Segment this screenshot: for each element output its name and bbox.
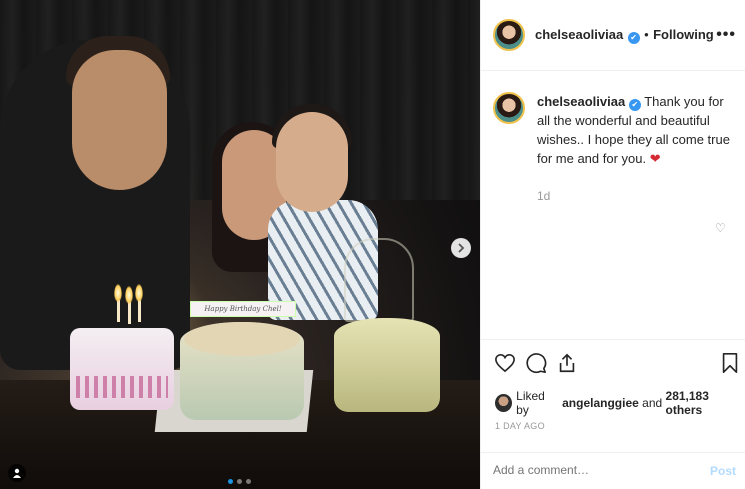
comment-input[interactable] bbox=[493, 463, 693, 477]
person-icon bbox=[13, 468, 21, 478]
like-button[interactable] bbox=[493, 351, 517, 375]
likes-summary: Liked by angelanggiee and 281,183 others bbox=[495, 389, 745, 417]
bookmark-icon bbox=[722, 353, 738, 373]
tagged-people-button[interactable] bbox=[8, 464, 26, 482]
red-heart-emoji: ❤ bbox=[649, 151, 661, 166]
post-side-panel: chelseaoliviaa ✔ • Following ••• chelsea… bbox=[480, 0, 745, 489]
liked-by-user[interactable]: angelanggiee bbox=[562, 396, 639, 410]
liked-by-prefix: Liked by bbox=[516, 389, 545, 417]
boy-face bbox=[276, 112, 348, 212]
candle bbox=[138, 300, 141, 322]
more-options-icon[interactable]: ••• bbox=[716, 26, 736, 44]
caption-username[interactable]: chelseaoliviaa bbox=[537, 94, 625, 109]
share-icon bbox=[559, 353, 575, 373]
caption-like-icon[interactable]: ♡ bbox=[715, 221, 726, 235]
action-bar bbox=[481, 339, 745, 389]
avatar[interactable] bbox=[493, 92, 525, 124]
header-username[interactable]: chelseaoliviaa bbox=[535, 27, 623, 42]
candle-flame bbox=[114, 284, 122, 302]
candle-flame bbox=[135, 284, 143, 302]
following-button[interactable]: Following bbox=[653, 27, 714, 42]
carousel-indicator bbox=[228, 479, 251, 484]
caption-age[interactable]: 1d bbox=[537, 189, 550, 203]
carousel-dot bbox=[237, 479, 242, 484]
post-header: chelseaoliviaa ✔ • Following ••• bbox=[481, 0, 745, 71]
caption: chelseaoliviaa ✔ Thank you for all the w… bbox=[493, 92, 733, 168]
pink-cake-decoration bbox=[76, 376, 168, 398]
cake-topper-script bbox=[344, 238, 414, 322]
verified-badge-icon: ✔ bbox=[627, 32, 640, 44]
avatar[interactable] bbox=[495, 394, 513, 412]
post-comment-button[interactable]: Post bbox=[710, 464, 736, 478]
center-cake-top bbox=[184, 322, 300, 356]
save-button[interactable] bbox=[718, 351, 742, 375]
carousel-dot bbox=[228, 479, 233, 484]
liked-by-connector: and bbox=[642, 396, 663, 410]
cake-topper-sign: Happy Birthday Chel! bbox=[190, 301, 296, 317]
heart-icon bbox=[495, 353, 515, 373]
likes-count[interactable]: 281,183 others bbox=[666, 389, 745, 417]
post-photo[interactable]: Happy Birthday Chel! bbox=[0, 0, 480, 489]
candle bbox=[128, 302, 131, 324]
candle bbox=[117, 300, 120, 322]
avatar[interactable] bbox=[493, 19, 525, 51]
caption-body: chelseaoliviaa ✔ Thank you for all the w… bbox=[537, 92, 733, 168]
comment-button[interactable] bbox=[524, 351, 548, 375]
chevron-right-icon bbox=[458, 243, 465, 253]
candle-flame bbox=[125, 286, 133, 304]
header-separator: • bbox=[644, 27, 649, 42]
green-cake bbox=[334, 318, 440, 412]
comment-icon bbox=[526, 353, 547, 374]
verified-badge-icon: ✔ bbox=[628, 99, 641, 111]
next-image-button[interactable] bbox=[451, 238, 471, 258]
share-button[interactable] bbox=[555, 351, 579, 375]
post-date[interactable]: 1 DAY AGO bbox=[495, 421, 545, 431]
carousel-dot bbox=[246, 479, 251, 484]
man-face bbox=[72, 50, 167, 190]
comment-bar: Post bbox=[481, 452, 745, 489]
